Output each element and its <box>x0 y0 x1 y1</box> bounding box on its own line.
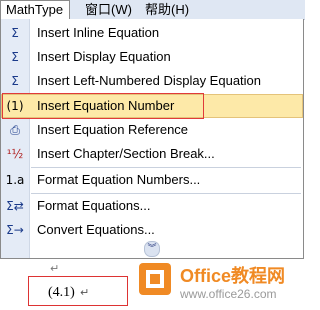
paragraph-mark: ↵ <box>80 287 90 299</box>
sigma-display-icon: Σ <box>11 50 19 64</box>
menu-item-format-equation-numbers[interactable]: 1.a Format Equation Numbers... <box>1 168 303 192</box>
equation-number-icon: (1) <box>6 99 24 113</box>
format-equations-icon: Σ⇄ <box>6 199 24 213</box>
chapter-break-icon: ¹½ <box>6 147 24 161</box>
menu-item-label: Format Equation Numbers... <box>37 172 201 187</box>
menu-item-insert-inline-equation[interactable]: Σ Insert Inline Equation <box>1 21 303 45</box>
menu-item-label: Insert Equation Reference <box>37 122 189 137</box>
menu-expand-button[interactable]: ︾ <box>1 241 303 257</box>
menu-item-label: Insert Display Equation <box>37 49 171 64</box>
format-numbers-icon: 1.a <box>5 173 25 187</box>
menu-item-label: Format Equations... <box>37 198 151 213</box>
watermark-title: Office教程网 <box>180 266 286 286</box>
menu-item-label: Insert Equation Number <box>37 98 175 113</box>
office-logo-icon <box>139 263 171 295</box>
watermark-url: www.office26.com <box>180 287 277 301</box>
menu-item-format-equations[interactable]: Σ⇄ Format Equations... <box>1 194 303 218</box>
menu-window[interactable]: 窗口(W) <box>80 0 137 19</box>
menu-help[interactable]: 帮助(H) <box>140 0 194 19</box>
menu-item-insert-equation-reference[interactable]: ⎙ Insert Equation Reference <box>1 118 303 142</box>
sigma-inline-icon: Σ <box>11 26 19 40</box>
menu-item-convert-equations[interactable]: Σ→ Convert Equations... <box>1 218 303 242</box>
equation-reference-icon: ⎙ <box>10 122 20 137</box>
paragraph-mark: ↵ <box>50 263 60 275</box>
menu-item-label: Insert Left-Numbered Display Equation <box>37 73 262 88</box>
menu-item-insert-display-equation[interactable]: Σ Insert Display Equation <box>1 45 303 69</box>
menu-item-label: Insert Inline Equation <box>37 25 160 40</box>
chevron-double-down-icon: ︾ <box>144 241 160 257</box>
mathtype-dropdown-menu: Σ Insert Inline Equation Σ Insert Displa… <box>0 19 304 259</box>
menu-item-insert-chapter-section-break[interactable]: ¹½ Insert Chapter/Section Break... <box>1 142 303 166</box>
menu-bar: MathType 窗口(W) 帮助(H) <box>0 0 305 20</box>
convert-equations-icon: Σ→ <box>6 223 24 237</box>
menu-item-insert-left-numbered-equation[interactable]: Σ Insert Left-Numbered Display Equation <box>1 69 303 93</box>
equation-number-highlight-box <box>28 276 128 306</box>
menu-item-label: Convert Equations... <box>37 222 155 237</box>
sigma-left-numbered-icon: Σ <box>11 74 19 88</box>
menu-item-label: Insert Chapter/Section Break... <box>37 146 215 161</box>
equation-number-text[interactable]: (4.1) <box>48 285 75 301</box>
menu-mathtype[interactable]: MathType <box>0 0 70 20</box>
menu-item-insert-equation-number[interactable]: (1) Insert Equation Number <box>1 94 303 118</box>
